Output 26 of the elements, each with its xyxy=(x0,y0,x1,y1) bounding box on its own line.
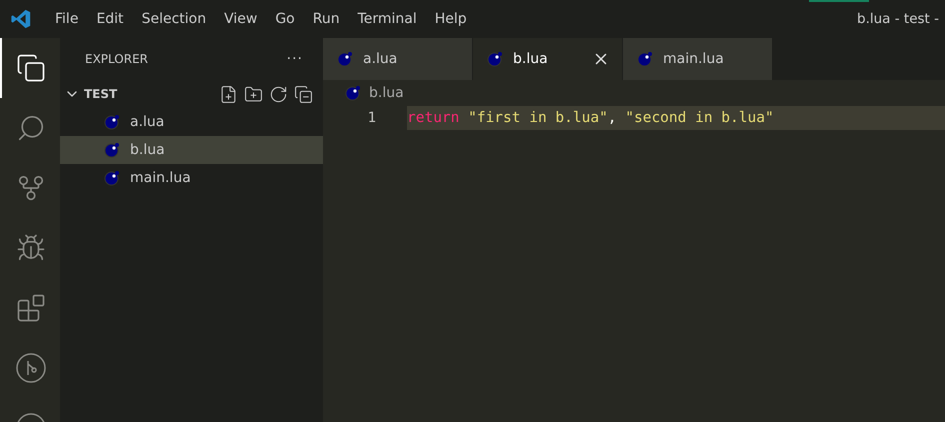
explorer-entry[interactable]: b.lua xyxy=(60,136,323,164)
menu-item[interactable]: File xyxy=(46,11,88,27)
line-number: 1 xyxy=(366,110,376,126)
menu-item[interactable]: Go xyxy=(266,11,304,27)
breadcrumb[interactable]: b.lua xyxy=(369,85,404,101)
file-name: main.lua xyxy=(130,170,191,186)
explorer-entry[interactable]: a.lua xyxy=(60,108,323,136)
window-title: b.lua - test - xyxy=(857,11,939,27)
menu-item[interactable]: Selection xyxy=(132,11,216,27)
menu-item[interactable]: Terminal xyxy=(348,11,426,27)
menu-item[interactable]: Edit xyxy=(87,11,133,27)
editor-tab[interactable]: a.lua xyxy=(323,38,473,80)
menu-item[interactable]: Help xyxy=(426,11,476,27)
tab-label: a.lua xyxy=(363,51,398,67)
sidebar-title: EXPLORER xyxy=(85,52,148,66)
menu-item[interactable]: Run xyxy=(304,11,349,27)
file-name: a.lua xyxy=(130,114,164,130)
editor-tab[interactable]: main.lua xyxy=(623,38,773,80)
tab-label: b.lua xyxy=(513,51,548,67)
folder-name[interactable]: TEST xyxy=(84,87,118,101)
tab-label: main.lua xyxy=(663,51,724,67)
editor-tab[interactable]: b.lua xyxy=(473,38,623,80)
more-actions[interactable]: ··· xyxy=(286,51,303,67)
explorer-entry[interactable]: main.lua xyxy=(60,164,323,192)
menu-item[interactable]: View xyxy=(215,11,266,27)
file-name: b.lua xyxy=(130,142,165,158)
